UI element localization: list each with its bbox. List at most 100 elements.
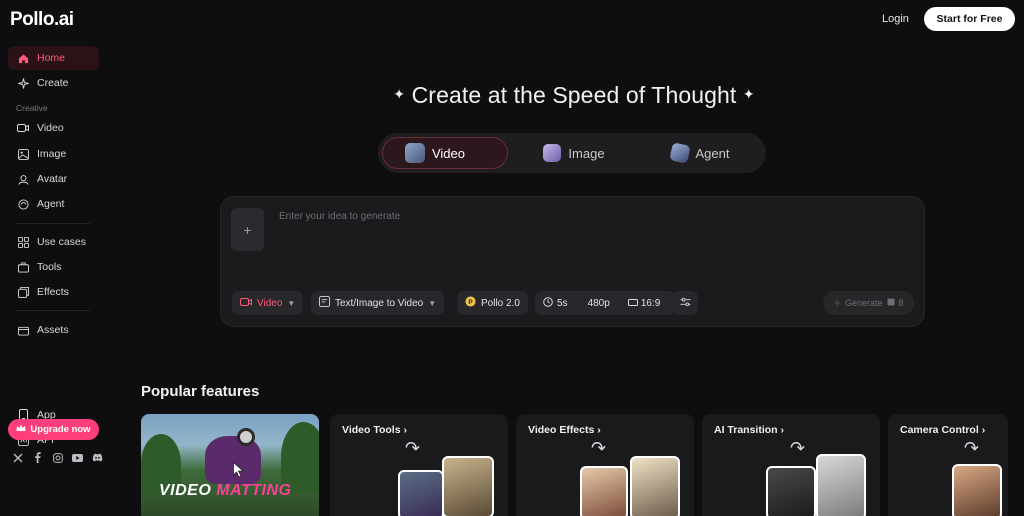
- card-title: Video Tools ›: [342, 424, 407, 436]
- tab-image[interactable]: Image: [512, 137, 636, 169]
- chevron-right-icon: ›: [597, 424, 601, 436]
- model-select[interactable]: P Pollo 2.0: [457, 291, 528, 315]
- logo-suffix: .ai: [53, 9, 74, 30]
- generate-button[interactable]: ✧ Generate 8: [823, 291, 914, 315]
- discord-icon[interactable]: [92, 452, 103, 463]
- prompt-input[interactable]: Enter your idea to generate: [279, 211, 400, 222]
- sample-thumbnail: [398, 470, 444, 516]
- hero-heading: ✦ Create at the Speed of Thought ✦: [374, 82, 774, 109]
- sidebar-divider: [16, 223, 90, 224]
- plus-icon: +: [243, 221, 252, 238]
- sample-thumbnail: [442, 456, 494, 516]
- curved-arrow-icon: ↷: [790, 438, 806, 458]
- sparkle-icon: ✧: [833, 297, 841, 308]
- start-for-free-button[interactable]: Start for Free: [924, 7, 1015, 31]
- popular-features-heading: Popular features: [141, 383, 260, 400]
- title-part: VIDEO: [159, 482, 212, 499]
- credits-count: 8: [898, 298, 904, 308]
- sidebar-item-image[interactable]: Image: [8, 142, 99, 166]
- x-icon[interactable]: [12, 452, 23, 463]
- sidebar-item-assets[interactable]: Assets: [8, 318, 99, 342]
- model-label: Pollo 2.0: [481, 297, 520, 309]
- generate-label: Generate: [845, 298, 883, 308]
- feature-card-video-effects[interactable]: Video Effects › ↷: [516, 414, 694, 516]
- credits-icon: [887, 298, 895, 308]
- curved-arrow-icon: ↷: [964, 438, 980, 458]
- sliders-icon: [679, 297, 691, 310]
- sidebar-item-avatar[interactable]: Avatar: [8, 167, 99, 191]
- grid-icon: [17, 236, 29, 248]
- upgrade-label: Upgrade now: [30, 424, 91, 435]
- aspect-label[interactable]: 16:9: [641, 298, 660, 309]
- sidebar-item-label: Assets: [37, 324, 69, 336]
- helmet: [237, 428, 255, 446]
- sidebar-divider: [16, 310, 90, 311]
- sidebar: Home Create Creative Video Image Avatar …: [0, 40, 112, 516]
- hero-title-text: Create at the Speed of Thought: [411, 82, 737, 108]
- sidebar-item-label: Image: [37, 148, 67, 160]
- sample-thumbnail: [952, 464, 1002, 516]
- tab-label: Agent: [695, 145, 730, 161]
- cursor-icon: [233, 461, 245, 483]
- app-root: Pollo.ai Login Start for Free Home Creat…: [0, 0, 1024, 516]
- settings-group[interactable]: 5s 480p 16:9: [535, 291, 675, 315]
- tab-label: Video: [431, 145, 465, 161]
- agent-cube-icon: [668, 142, 691, 164]
- sparkle-icon: ✦: [393, 86, 406, 102]
- feature-card-video-matting[interactable]: VIDEO MATTING: [141, 414, 319, 516]
- sidebar-item-label: Home: [37, 52, 66, 64]
- video-icon: [17, 122, 29, 134]
- mode-label: Video: [257, 297, 283, 309]
- feature-card-video-tools[interactable]: Video Tools › ↷: [330, 414, 508, 516]
- duration-label[interactable]: 5s: [557, 298, 568, 309]
- clapperboard-icon: [404, 143, 425, 163]
- sidebar-item-label: Video: [37, 122, 64, 134]
- video-matting-title: VIDEO MATTING: [159, 482, 291, 500]
- sidebar-item-home[interactable]: Home: [8, 46, 99, 70]
- sidebar-item-video[interactable]: Video: [8, 116, 99, 140]
- image-icon: [17, 148, 29, 160]
- tab-agent[interactable]: Agent: [638, 137, 762, 169]
- avatar-icon: [17, 173, 29, 185]
- sample-thumbnail: [630, 456, 680, 516]
- advanced-settings-button[interactable]: [672, 291, 698, 315]
- svg-text:P: P: [468, 299, 473, 306]
- prompt-box: + Enter your idea to generate Video ▼ Te…: [220, 196, 925, 327]
- logo-name: Pollo: [10, 9, 54, 30]
- facebook-icon[interactable]: [32, 452, 43, 463]
- curved-arrow-icon: ↷: [591, 438, 607, 458]
- upgrade-button[interactable]: Upgrade now: [8, 419, 99, 440]
- sidebar-item-use-cases[interactable]: Use cases: [8, 230, 99, 254]
- sidebar-item-effects[interactable]: Effects: [8, 280, 99, 304]
- sparkle-icon: [17, 77, 29, 89]
- feature-card-ai-transition[interactable]: AI Transition › ↷: [702, 414, 880, 516]
- login-link[interactable]: Login: [882, 13, 909, 25]
- card-title: Camera Control ›: [900, 424, 986, 436]
- input-type-select[interactable]: Text/Image to Video ▼: [311, 291, 445, 315]
- tools-icon: [17, 261, 29, 273]
- home-icon: [17, 52, 29, 64]
- resolution-label[interactable]: 480p: [588, 298, 610, 309]
- video-mode-icon: [240, 297, 252, 310]
- sidebar-item-create[interactable]: Create: [8, 71, 99, 95]
- upload-image-button[interactable]: +: [231, 208, 264, 251]
- instagram-icon[interactable]: [52, 452, 63, 463]
- tab-video[interactable]: Video: [382, 137, 508, 169]
- sidebar-item-label: Agent: [37, 198, 65, 210]
- chevron-right-icon: ›: [403, 424, 407, 436]
- sidebar-item-tools[interactable]: Tools: [8, 255, 99, 279]
- feature-card-camera-control[interactable]: Camera Control › ↷: [888, 414, 1008, 516]
- logo[interactable]: Pollo.ai: [10, 9, 74, 31]
- youtube-icon[interactable]: [72, 452, 83, 463]
- chevron-right-icon: ›: [780, 424, 785, 436]
- mode-select[interactable]: Video ▼: [232, 291, 304, 315]
- sample-thumbnail: [766, 466, 816, 516]
- crown-icon: [16, 424, 26, 435]
- sidebar-item-label: Use cases: [37, 236, 87, 248]
- image-stack-icon: [543, 144, 562, 162]
- text-image-icon: [319, 296, 330, 310]
- social-links: [12, 452, 103, 463]
- sidebar-item-label: Avatar: [37, 173, 68, 185]
- sidebar-item-agent[interactable]: Agent: [8, 192, 99, 216]
- sample-thumbnail: [580, 466, 628, 516]
